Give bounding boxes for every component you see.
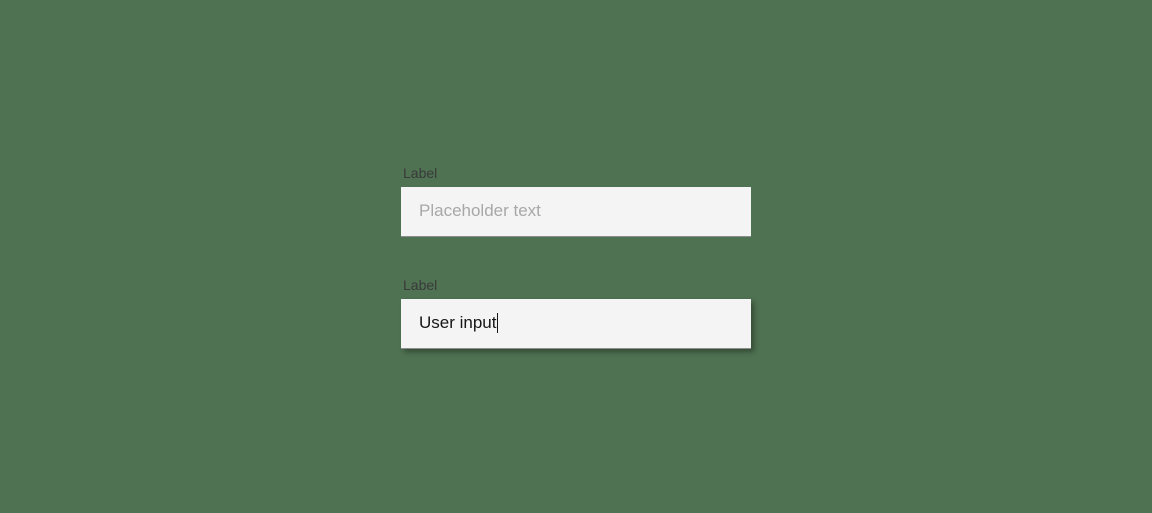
field-2-input[interactable]: User input (401, 299, 751, 349)
form-field-2: Label User input (401, 277, 751, 349)
form-field-1: Label (401, 165, 751, 237)
field-2-label: Label (401, 277, 751, 293)
field-2-value: User input (419, 313, 496, 333)
field-1-input[interactable] (401, 187, 751, 237)
text-cursor-icon (497, 313, 498, 333)
field-1-label: Label (401, 165, 751, 181)
